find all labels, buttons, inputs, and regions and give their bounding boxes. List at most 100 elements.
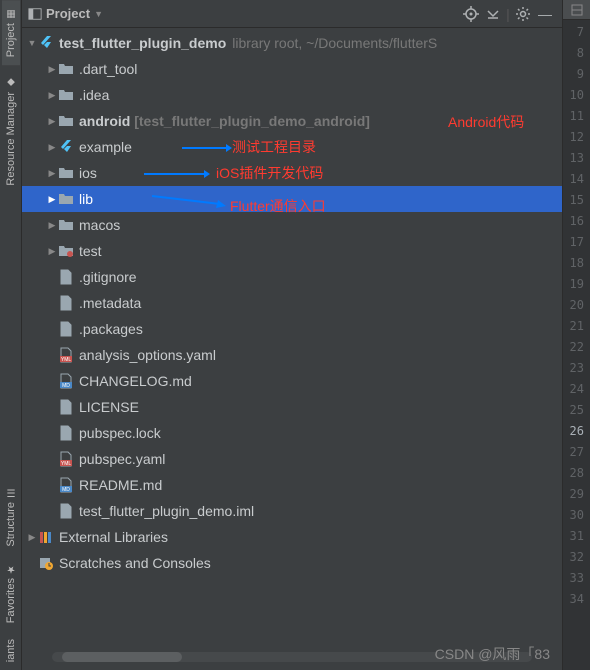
line-number: 25 bbox=[563, 400, 590, 421]
tree-item--metadata[interactable]: ▶.metadata bbox=[22, 290, 562, 316]
line-number: 18 bbox=[563, 253, 590, 274]
file-icon bbox=[58, 295, 74, 311]
rail-tab-project[interactable]: Project▦ bbox=[2, 0, 20, 65]
line-number: 33 bbox=[563, 568, 590, 589]
line-number: 29 bbox=[563, 484, 590, 505]
tree-item--packages[interactable]: ▶.packages bbox=[22, 316, 562, 342]
tree-item-test[interactable]: ▶test bbox=[22, 238, 562, 264]
item-label: .packages bbox=[79, 321, 143, 337]
project-tree[interactable]: ▼ test_flutter_plugin_demo library root,… bbox=[22, 28, 562, 670]
chevron-right-icon[interactable]: ▶ bbox=[46, 90, 58, 101]
line-number: 27 bbox=[563, 442, 590, 463]
line-number: 15 bbox=[563, 190, 590, 211]
settings-button[interactable] bbox=[512, 3, 534, 25]
tree-external-libraries[interactable]: ▶ External Libraries bbox=[22, 524, 562, 550]
line-number: 8 bbox=[563, 43, 590, 64]
expand-all-button[interactable] bbox=[482, 3, 504, 25]
item-label: LICENSE bbox=[79, 399, 139, 415]
line-number: 11 bbox=[563, 106, 590, 127]
item-label: lib bbox=[79, 191, 93, 207]
root-label: test_flutter_plugin_demo bbox=[59, 35, 226, 51]
line-number: 12 bbox=[563, 127, 590, 148]
project-panel: Project ▼ | — ▼ test_flutter_plugin_demo… bbox=[22, 0, 562, 670]
tree-item-LICENSE[interactable]: ▶LICENSE bbox=[22, 394, 562, 420]
tree-item--idea[interactable]: ▶ .idea bbox=[22, 82, 562, 108]
chevron-down-icon[interactable]: ▼ bbox=[26, 38, 38, 48]
tree-item--dart-tool[interactable]: ▶ .dart_tool bbox=[22, 56, 562, 82]
svg-text:YML: YML bbox=[61, 461, 72, 467]
line-number: 20 bbox=[563, 295, 590, 316]
item-label: .gitignore bbox=[79, 269, 137, 285]
chevron-right-icon[interactable]: ▶ bbox=[46, 168, 58, 179]
file-icon bbox=[58, 503, 74, 519]
flutter-icon bbox=[58, 139, 74, 155]
line-number: 14 bbox=[563, 169, 590, 190]
folder-icon bbox=[58, 165, 74, 181]
line-number: 26 bbox=[563, 421, 590, 442]
chevron-right-icon[interactable]: ▶ bbox=[46, 116, 58, 127]
item-label: pubspec.lock bbox=[79, 425, 161, 441]
yaml-icon: YML bbox=[58, 451, 74, 467]
tree-item-analysis-options-yaml[interactable]: ▶YMLanalysis_options.yaml bbox=[22, 342, 562, 368]
root-path: library root, ~/Documents/flutterS bbox=[232, 35, 437, 51]
tree-item-pubspec-lock[interactable]: ▶pubspec.lock bbox=[22, 420, 562, 446]
rail-tab-favorites[interactable]: Favorites★ bbox=[2, 555, 20, 631]
file-icon bbox=[58, 321, 74, 337]
rail-tab-resource-manager[interactable]: Resource Manager◆ bbox=[2, 69, 20, 194]
scroll-thumb[interactable] bbox=[62, 652, 182, 662]
chevron-right-icon[interactable]: ▶ bbox=[46, 246, 58, 257]
tree-item-CHANGELOG-md[interactable]: ▶MDCHANGELOG.md bbox=[22, 368, 562, 394]
tree-scratches[interactable]: ▶ Scratches and Consoles bbox=[22, 550, 562, 576]
library-icon bbox=[38, 529, 54, 545]
panel-header: Project ▼ | — bbox=[22, 0, 562, 28]
folder-icon bbox=[58, 87, 74, 103]
line-number: 24 bbox=[563, 379, 590, 400]
svg-text:YML: YML bbox=[61, 357, 72, 363]
gutter-toggle[interactable] bbox=[563, 0, 590, 20]
tree-item-pubspec-yaml[interactable]: ▶YMLpubspec.yaml bbox=[22, 446, 562, 472]
chevron-down-icon: ▼ bbox=[94, 9, 103, 19]
item-label: .dart_tool bbox=[79, 61, 137, 77]
folder-icon bbox=[58, 191, 74, 207]
folder-icon bbox=[58, 113, 74, 129]
tree-root[interactable]: ▼ test_flutter_plugin_demo library root,… bbox=[22, 30, 562, 56]
rail-tab-structure[interactable]: Structure☰ bbox=[2, 479, 20, 555]
chevron-right-icon[interactable]: ▶ bbox=[46, 142, 58, 153]
chevron-right-icon[interactable]: ▶ bbox=[26, 532, 38, 543]
item-label: macos bbox=[79, 217, 120, 233]
line-number: 32 bbox=[563, 547, 590, 568]
item-label: .idea bbox=[79, 87, 109, 103]
file-icon bbox=[58, 269, 74, 285]
file-icon bbox=[58, 425, 74, 441]
project-dropdown-label[interactable]: Project bbox=[46, 6, 90, 21]
line-number: 23 bbox=[563, 358, 590, 379]
yaml-icon: YML bbox=[58, 347, 74, 363]
md-icon: MD bbox=[58, 477, 74, 493]
line-number: 13 bbox=[563, 148, 590, 169]
chevron-right-icon[interactable]: ▶ bbox=[46, 220, 58, 231]
tree-item-README-md[interactable]: ▶MDREADME.md bbox=[22, 472, 562, 498]
tree-item-test-flutter-plugin-demo-iml[interactable]: ▶test_flutter_plugin_demo.iml bbox=[22, 498, 562, 524]
svg-text:MD: MD bbox=[62, 383, 70, 389]
locate-button[interactable] bbox=[460, 3, 482, 25]
item-label: example bbox=[79, 139, 132, 155]
line-number: 17 bbox=[563, 232, 590, 253]
tree-item-macos[interactable]: ▶ macos bbox=[22, 212, 562, 238]
hide-button[interactable]: — bbox=[534, 3, 556, 25]
folder-icon bbox=[58, 217, 74, 233]
item-label: analysis_options.yaml bbox=[79, 347, 216, 363]
chevron-right-icon[interactable]: ▶ bbox=[46, 194, 58, 205]
project-dropdown-icon bbox=[28, 7, 42, 21]
tree-item-example[interactable]: ▶ example bbox=[22, 134, 562, 160]
item-label: CHANGELOG.md bbox=[79, 373, 192, 389]
tree-item-android[interactable]: ▶android [test_flutter_plugin_demo_andro… bbox=[22, 108, 562, 134]
tree-item--gitignore[interactable]: ▶.gitignore bbox=[22, 264, 562, 290]
tree-item-lib[interactable]: ▶ lib bbox=[22, 186, 562, 212]
line-number: 28 bbox=[563, 463, 590, 484]
tree-item-ios[interactable]: ▶ios bbox=[22, 160, 562, 186]
flutter-icon bbox=[38, 35, 54, 51]
rail-tab-variants[interactable]: iants bbox=[2, 631, 20, 670]
chevron-right-icon[interactable]: ▶ bbox=[46, 64, 58, 75]
line-number: 16 bbox=[563, 211, 590, 232]
line-number: 21 bbox=[563, 316, 590, 337]
